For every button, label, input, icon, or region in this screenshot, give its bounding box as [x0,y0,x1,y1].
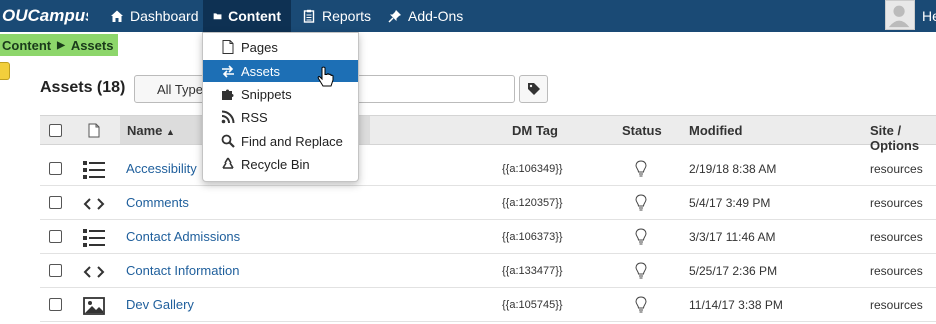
row-checkbox[interactable] [49,264,62,277]
user-name[interactable]: He [922,8,936,24]
recycle-icon [222,157,234,169]
dm-tag: {{a:105745}} [502,299,563,311]
col-status[interactable]: Status [622,123,662,138]
col-modified[interactable]: Modified [689,123,742,138]
caret-right-icon: ▶ [57,39,65,51]
clipboard-icon [303,9,315,23]
row-checkbox[interactable] [49,230,62,243]
site-name: resources [870,196,923,210]
menu-item-pages[interactable]: Pages [203,36,358,58]
asset-name-link[interactable]: Comments [126,195,189,210]
lightbulb-icon [635,160,647,177]
nav-reports[interactable]: Reports [292,0,381,32]
row-checkbox[interactable] [49,196,62,209]
breadcrumb-assets[interactable]: Assets [71,38,114,53]
list-icon [83,229,105,247]
site-name: resources [870,298,923,312]
modified-date: 5/25/17 2:36 PM [689,264,778,278]
side-panel-tab[interactable] [0,62,10,80]
lightbulb-icon [635,296,647,313]
modified-date: 5/4/17 3:49 PM [689,196,771,210]
col-dm-tag[interactable]: DM Tag [512,123,558,138]
dm-tag: {{a:133477}} [502,265,563,277]
swap-icon [222,65,234,78]
asset-name-link[interactable]: Contact Information [126,263,239,278]
nav-content-label: Content [228,8,281,24]
table-header: Name ▲ DM Tag Status Modified Site / Opt… [40,115,936,153]
lightbulb-icon [635,194,647,211]
asset-name-link[interactable]: Accessibility [126,161,197,176]
puzzle-icon [222,89,234,100]
nav-addons-label: Add-Ons [408,8,464,24]
menu-item-find-replace[interactable]: Find and Replace [203,130,358,152]
sort-asc-icon: ▲ [166,127,175,137]
user-avatar[interactable] [885,0,915,30]
site-name: resources [870,264,923,278]
row-checkbox[interactable] [49,298,62,311]
rss-icon [221,110,235,124]
nav-dashboard-label: Dashboard [130,8,199,24]
home-icon [111,10,123,22]
oucampus-logo[interactable]: OUCampus [2,4,88,26]
file-icon [88,123,100,138]
nav-dashboard[interactable]: Dashboard [100,0,209,32]
select-all-checkbox[interactable] [49,124,62,137]
asset-name-link[interactable]: Contact Admissions [126,229,240,244]
hand-pointer-cursor-icon [317,66,334,87]
svg-text:OUCampus: OUCampus [2,6,88,25]
page-icon [222,40,234,54]
asset-name-link[interactable]: Dev Gallery [126,297,194,312]
nav-addons[interactable]: Add-Ons [378,0,473,32]
table-row[interactable]: Comments {{a:120357}} 5/4/17 3:49 PM res… [40,186,936,220]
table-row[interactable]: Dev Gallery {{a:105745}} 11/14/17 3:38 P… [40,288,936,322]
pin-icon [388,10,401,23]
dm-tag: {{a:106349}} [502,163,563,175]
user-silhouette-icon [888,5,910,28]
row-checkbox[interactable] [49,162,62,175]
content-dropdown-menu: Pages Assets Snippets RSS Find and Repla… [202,32,359,182]
code-icon [83,266,105,278]
search-input[interactable] [340,75,515,103]
image-icon [83,297,105,315]
dm-tag: {{a:120357}} [502,197,563,209]
dm-tag: {{a:106373}} [502,231,563,243]
nav-reports-label: Reports [322,8,372,24]
table-row[interactable]: Accessibility {{a:106349}} 2/19/18 8:38 … [40,152,936,186]
list-icon [83,161,105,179]
tag-filter-button[interactable] [519,75,548,103]
menu-item-recycle-bin[interactable]: Recycle Bin [203,153,358,175]
col-site-options[interactable]: Site / Options [870,123,936,153]
top-navbar: OUCampus Dashboard Content Reports Add-O… [0,0,936,32]
lightbulb-icon [635,262,647,279]
search-icon [221,134,235,148]
tag-icon [527,83,540,95]
page-title: Assets (18) [40,79,126,96]
code-icon [83,198,105,210]
modified-date: 3/3/17 11:46 AM [689,230,776,244]
nav-content[interactable]: Content [203,0,291,32]
folder-icon [213,13,222,20]
site-name: resources [870,230,923,244]
col-name[interactable]: Name ▲ [127,123,175,138]
modified-date: 2/19/18 8:38 AM [689,162,777,176]
menu-item-rss[interactable]: RSS [203,106,358,128]
breadcrumb-content[interactable]: Content [2,38,51,53]
table-row[interactable]: Contact Admissions {{a:106373}} 3/3/17 1… [40,220,936,254]
modified-date: 11/14/17 3:38 PM [689,298,783,312]
site-name: resources [870,162,923,176]
table-row[interactable]: Contact Information {{a:133477}} 5/25/17… [40,254,936,288]
lightbulb-icon [635,228,647,245]
breadcrumb: Content ▶ Assets [0,34,118,56]
